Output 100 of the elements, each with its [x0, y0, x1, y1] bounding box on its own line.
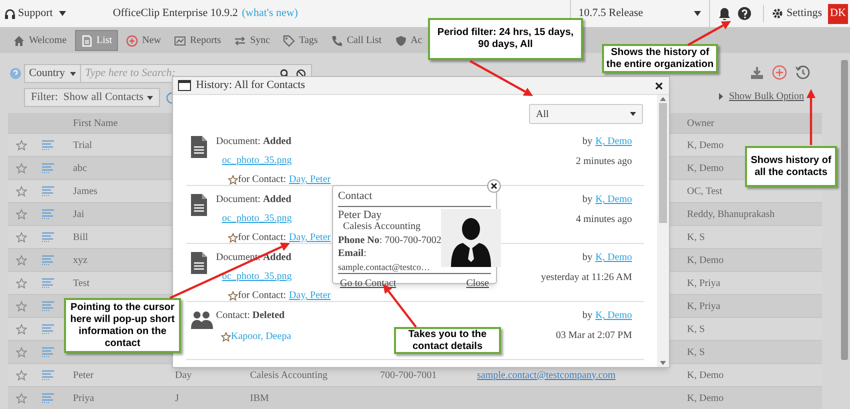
scope-select[interactable]: Country	[25, 65, 82, 82]
notes-icon[interactable]	[42, 209, 54, 219]
star-icon[interactable]	[16, 186, 27, 196]
star-icon[interactable]	[16, 346, 27, 358]
star-icon[interactable]	[16, 324, 27, 334]
table-cell-text: K, Demo	[687, 162, 724, 176]
notes-icon[interactable]	[42, 301, 54, 311]
nav-tab[interactable]: Call List	[326, 30, 387, 51]
window-icon	[178, 80, 191, 91]
scrollbar-thumb[interactable]	[659, 103, 667, 223]
document-icon	[80, 34, 93, 46]
document-icon	[191, 252, 207, 274]
bell-icon[interactable]	[718, 7, 731, 20]
star-icon[interactable]	[16, 278, 27, 288]
file-link[interactable]: oc_photo_35.png	[222, 153, 292, 168]
star-icon[interactable]	[16, 140, 27, 150]
event-text: Document: Added	[216, 193, 292, 207]
go-to-contact-link[interactable]: Go to Contact	[338, 276, 396, 291]
notes-icon[interactable]	[42, 347, 54, 357]
notes-icon[interactable]	[42, 163, 54, 173]
document-icon	[191, 136, 207, 158]
close-link[interactable]: Close	[466, 276, 491, 291]
table-cell-text: K, S	[687, 230, 705, 244]
filter-select[interactable]: Filter: Show all Contacts	[24, 88, 160, 107]
notes-icon[interactable]	[42, 186, 54, 196]
notes-icon[interactable]	[42, 324, 54, 334]
table-cell-text: K, Demo	[687, 368, 724, 382]
arrow	[687, 21, 731, 46]
arrow	[806, 89, 816, 145]
user-link[interactable]: K, Demo	[595, 135, 632, 149]
nav-tab[interactable]: Ac	[390, 30, 428, 51]
star-icon[interactable]	[16, 232, 27, 242]
user-link[interactable]: K, Demo	[595, 251, 632, 265]
nav-tab[interactable]: Tags	[278, 30, 323, 51]
nav-tab[interactable]: Sync	[229, 30, 276, 51]
caret-icon	[694, 11, 701, 16]
scroll-down-icon[interactable]	[660, 361, 666, 365]
email-label: Email:	[338, 248, 368, 260]
plus-circle-icon[interactable]	[772, 65, 787, 80]
notes-icon[interactable]	[42, 255, 54, 265]
nav-tab[interactable]: List	[74, 30, 118, 51]
contact-link[interactable]: Kapoor, Deepa	[231, 329, 292, 344]
star-icon[interactable]	[16, 208, 27, 220]
gear-icon	[772, 8, 783, 19]
nav-tab[interactable]: Welcome	[8, 30, 72, 51]
download-icon[interactable]	[750, 66, 764, 80]
star-icon[interactable]	[228, 232, 238, 242]
popup-title: Contact	[338, 188, 491, 206]
notes-icon[interactable]	[42, 232, 54, 242]
star-icon[interactable]	[221, 332, 231, 342]
help-icon[interactable]	[738, 7, 751, 20]
timestamp: yesterday at 11:26 AM	[540, 271, 632, 285]
notes-icon[interactable]	[42, 393, 54, 403]
whats-new-link[interactable]: (what's new)	[242, 5, 298, 22]
contact-link[interactable]: Day, Peter	[289, 172, 331, 187]
timestamp: 4 minutes ago	[576, 213, 632, 227]
support-menu[interactable]: Support	[18, 5, 66, 22]
star-icon[interactable]	[16, 370, 27, 380]
email-link[interactable]: sample.contact@testcompany.com	[477, 368, 616, 382]
notes-icon[interactable]	[42, 370, 54, 380]
nav-tab[interactable]: New	[121, 30, 166, 51]
close-icon[interactable]	[487, 179, 501, 193]
star-icon[interactable]	[228, 174, 238, 184]
history-icon[interactable]	[795, 65, 810, 80]
headset-icon	[4, 8, 16, 20]
star-icon[interactable]	[16, 254, 27, 266]
table-cell-text: K, Demo	[687, 138, 724, 152]
user-link[interactable]: K, Demo	[595, 193, 632, 207]
settings-button[interactable]: Settings	[762, 5, 822, 22]
table-cell-text: Priya	[73, 392, 94, 406]
callout: Takes you to the contact details	[394, 327, 501, 354]
period-select[interactable]: All	[529, 104, 643, 124]
file-link[interactable]: oc_photo_35.png	[222, 211, 292, 226]
table-cell-text: Calesis Accounting	[250, 368, 328, 382]
by-label: by	[582, 193, 592, 207]
star-icon[interactable]	[16, 300, 27, 312]
close-button[interactable]	[655, 82, 663, 90]
notes-icon[interactable]	[42, 140, 54, 150]
arrow	[469, 60, 533, 96]
contact-link[interactable]: Day, Peter	[289, 288, 331, 303]
for-contact-label: for Contact:	[238, 231, 286, 245]
bulk-option-link[interactable]: Show Bulk Option	[728, 89, 804, 104]
home-icon	[13, 34, 25, 46]
table-cell-text: J	[175, 392, 179, 406]
table-cell-text: Peter	[73, 368, 94, 382]
star-icon[interactable]	[16, 392, 27, 404]
user-avatar[interactable]: DK	[828, 4, 848, 24]
user-link[interactable]: K, Demo	[595, 309, 632, 323]
timestamp: 03 Mar at 2:07 PM	[556, 329, 632, 343]
star-icon[interactable]	[228, 290, 238, 300]
sync-icon	[234, 34, 246, 46]
notes-icon[interactable]	[42, 278, 54, 288]
event-text: Document: Added	[216, 135, 292, 149]
star-icon[interactable]	[16, 162, 27, 174]
scroll-up-icon[interactable]	[660, 97, 666, 101]
file-link[interactable]: oc_photo_35.png	[222, 269, 292, 284]
person-silhouette-icon	[441, 208, 502, 266]
callout: Shows the history of the entire organization	[602, 44, 718, 73]
contact-link[interactable]: Day, Peter	[289, 230, 331, 245]
nav-tab[interactable]: Reports	[168, 30, 226, 51]
